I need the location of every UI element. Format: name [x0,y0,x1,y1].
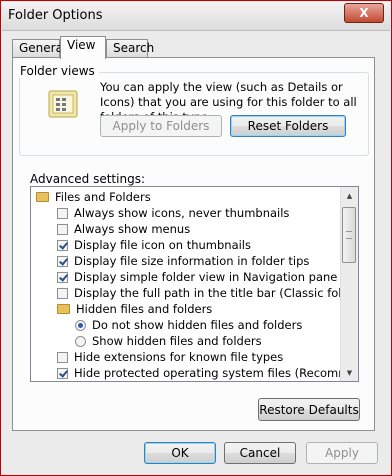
apply-to-folders-button[interactable]: Apply to Folders [100,115,222,137]
radio[interactable] [75,335,86,347]
scroll-down-arrow-icon[interactable]: ▼ [341,364,358,381]
checkbox[interactable] [57,207,68,219]
cancel-button[interactable]: Cancel [224,442,296,464]
list-item-hidden-files-and-folders: Hidden files and folders [57,301,212,317]
folder-icon [36,192,49,202]
option-always-show-icons[interactable]: Always show icons, never thumbnails [57,205,289,221]
option-show-hidden[interactable]: Show hidden files and folders [75,333,262,349]
close-button[interactable]: X [344,3,384,23]
window-title: Folder Options [8,8,103,23]
folder-views-icon [48,90,78,118]
checkbox-checked[interactable] [57,239,68,251]
tab-search[interactable]: Search [106,39,154,57]
option-display-file-size-tips[interactable]: Display file size information in folder … [57,253,309,269]
option-hide-protected-os-files[interactable]: Hide protected operating system files (R… [57,365,358,381]
advanced-settings-list[interactable]: Files and Folders Always show icons, nev… [30,186,359,382]
scroll-up-arrow-icon[interactable]: ▲ [341,187,358,204]
ok-button[interactable]: OK [144,442,216,464]
checkbox[interactable] [57,223,68,235]
folder-views-title: Folder views [16,64,99,78]
folder-icon [57,304,70,314]
checkbox-checked[interactable] [57,271,68,283]
title-bar[interactable]: Folder Options X [2,2,390,31]
option-do-not-show-hidden[interactable]: Do not show hidden files and folders [75,317,302,333]
checkbox[interactable] [57,351,68,363]
advanced-settings-label: Advanced settings: [30,172,145,186]
option-simple-folder-view[interactable]: Display simple folder view in Navigation… [57,269,337,285]
checkbox-checked[interactable] [57,255,68,267]
radio-selected[interactable] [75,319,86,331]
restore-defaults-button[interactable]: Restore Defaults [258,398,360,421]
scroll-thumb[interactable] [342,207,356,263]
apply-button[interactable]: Apply [306,442,378,464]
tab-general[interactable]: General [12,39,66,57]
option-display-file-icon-thumbnails[interactable]: Display file icon on thumbnails [57,237,251,253]
option-always-show-menus[interactable]: Always show menus [57,221,190,237]
vertical-scrollbar[interactable]: ▲ ▼ [340,187,358,381]
checkbox-checked[interactable] [57,367,68,379]
checkbox[interactable] [57,287,68,299]
option-hide-extensions[interactable]: Hide extensions for known file types [57,349,283,365]
option-full-path-title-bar[interactable]: Display the full path in the title bar (… [57,285,358,301]
tab-view[interactable]: View [60,36,106,59]
list-item-files-and-folders: Files and Folders [36,189,151,205]
reset-folders-button[interactable]: Reset Folders [230,115,346,137]
